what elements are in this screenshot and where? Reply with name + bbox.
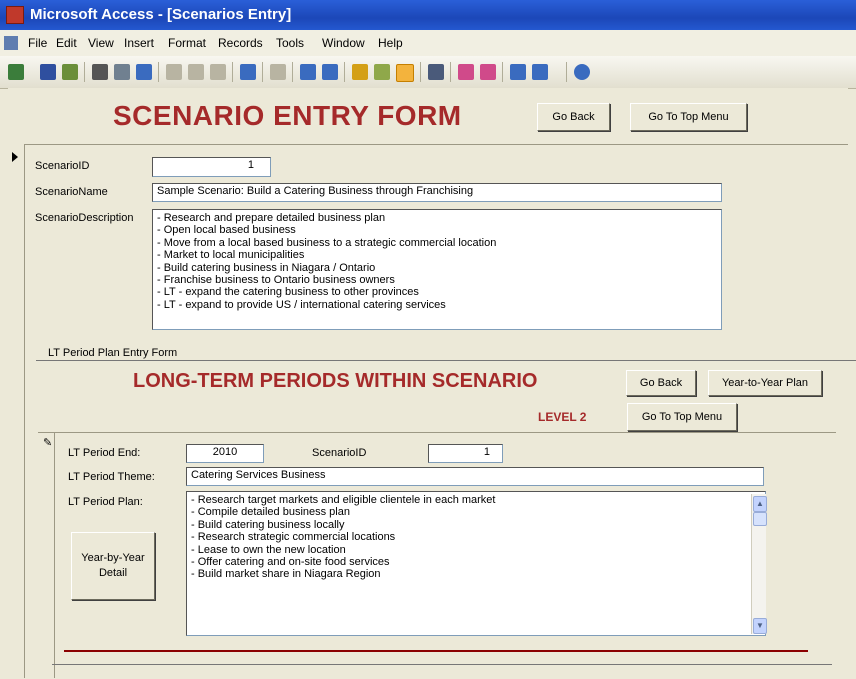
red-divider (64, 650, 808, 652)
plan-line: - Research strategic commercial location… (191, 531, 396, 544)
plan-line: - Lease to own the new location (191, 543, 346, 556)
go-back-button[interactable]: Go Back (537, 103, 610, 131)
menu-bar: File Edit View Insert Format Records Too… (0, 30, 856, 57)
scenario-description-label: ScenarioDescription (35, 212, 134, 224)
plan-line: - Compile detailed business plan (191, 506, 350, 519)
menu-records[interactable]: Records (218, 36, 263, 50)
window-title: Microsoft Access - [Scenarios Entry] (30, 6, 292, 23)
record-selector[interactable] (8, 144, 25, 678)
menu-window[interactable]: Window (322, 36, 365, 50)
menu-tools[interactable]: Tools (276, 36, 304, 50)
delete-record-icon[interactable] (480, 64, 496, 80)
menu-insert[interactable]: Insert (124, 36, 154, 50)
lt-period-theme-field[interactable]: Catering Services Business (186, 467, 764, 486)
database-window-icon[interactable] (510, 64, 526, 80)
lt-period-plan-field[interactable]: - Research target markets and eligible c… (186, 491, 766, 636)
undo-icon[interactable] (240, 64, 256, 80)
description-line: - Open local based business (157, 224, 296, 237)
description-line: - Franchise business to Ontario business… (157, 274, 395, 287)
form-title: SCENARIO ENTRY FORM (113, 100, 462, 131)
subform-divider (38, 432, 836, 433)
view-icon[interactable] (8, 64, 24, 80)
subform-go-to-top-menu-button[interactable]: Go To Top Menu (627, 403, 737, 431)
print-icon[interactable] (92, 64, 108, 80)
bottom-divider (52, 664, 832, 665)
filter-by-selection-icon[interactable] (352, 64, 368, 80)
description-line: - Build catering business in Niagara / O… (157, 261, 376, 274)
scenario-description-field[interactable]: - Research and prepare detailed business… (152, 209, 722, 330)
scroll-down-icon[interactable]: ▼ (753, 618, 767, 634)
new-record-icon[interactable] (458, 64, 474, 80)
cut-icon[interactable] (166, 64, 182, 80)
plan-line: - Offer catering and on-site food servic… (191, 556, 390, 569)
insert-hyperlink-icon[interactable] (270, 64, 286, 80)
plan-line: - Research target markets and eligible c… (191, 494, 496, 506)
menu-format[interactable]: Format (168, 36, 206, 50)
edit-pencil-icon: ✎ (43, 437, 53, 449)
search-icon[interactable] (62, 64, 78, 80)
print-preview-icon[interactable] (114, 64, 130, 80)
scroll-thumb[interactable] (753, 512, 767, 526)
subform-label: LT Period Plan Entry Form (48, 347, 178, 359)
current-record-arrow-icon (12, 152, 18, 162)
help-icon[interactable] (574, 64, 590, 80)
apply-filter-icon[interactable] (396, 64, 414, 82)
sort-descending-icon[interactable] (322, 64, 338, 80)
plan-line: - Build market share in Niagara Region (191, 568, 381, 581)
toolbar (0, 56, 856, 89)
year-to-year-plan-button[interactable]: Year-to-Year Plan (708, 370, 822, 396)
level-label: LEVEL 2 (538, 410, 587, 424)
access-app-icon (6, 6, 24, 24)
menu-edit[interactable]: Edit (56, 36, 77, 50)
find-icon[interactable] (428, 64, 444, 80)
scenario-id-label: ScenarioID (35, 160, 90, 172)
lt-period-end-field[interactable]: 2010 (186, 444, 264, 463)
lt-period-plan-label: LT Period Plan: (68, 496, 143, 508)
description-line: - LT - expand to provide US / internatio… (157, 298, 446, 311)
plan-scrollbar[interactable]: ▲ ▼ (751, 494, 767, 634)
sort-ascending-icon[interactable] (300, 64, 316, 80)
description-line: - LT - expand the catering business to o… (157, 286, 419, 299)
paste-icon[interactable] (210, 64, 226, 80)
description-line: - Market to local municipalities (157, 249, 305, 262)
plan-line: - Build catering business locally (191, 518, 345, 531)
lt-period-end-label: LT Period End: (68, 447, 141, 459)
copy-icon[interactable] (188, 64, 204, 80)
filter-by-form-icon[interactable] (374, 64, 390, 80)
subform-record-selector[interactable] (38, 432, 55, 678)
subform-go-back-button[interactable]: Go Back (626, 370, 696, 396)
menu-view[interactable]: View (88, 36, 114, 50)
new-object-icon[interactable] (532, 64, 548, 80)
spelling-icon[interactable] (136, 64, 152, 80)
scroll-up-icon[interactable]: ▲ (753, 496, 767, 512)
lt-period-theme-label: LT Period Theme: (68, 471, 155, 483)
save-icon[interactable] (40, 64, 56, 80)
description-line: - Research and prepare detailed business… (157, 212, 386, 224)
description-line: - Move from a local based business to a … (157, 236, 497, 249)
lt-scenario-id-field[interactable]: 1 (428, 444, 503, 463)
year-by-year-detail-button[interactable]: Year-by-Year Detail (71, 532, 155, 600)
menu-help[interactable]: Help (378, 36, 403, 50)
scenario-name-field[interactable]: Sample Scenario: Build a Catering Busine… (152, 183, 722, 202)
menu-grip-icon (4, 36, 18, 50)
subform-title: LONG-TERM PERIODS WITHIN SCENARIO (133, 370, 538, 392)
menu-file[interactable]: File (28, 36, 47, 50)
go-to-top-menu-button[interactable]: Go To Top Menu (630, 103, 747, 131)
scenario-name-label: ScenarioName (35, 186, 108, 198)
lt-scenario-id-label: ScenarioID (312, 447, 367, 459)
scenario-id-field[interactable]: 1 (152, 157, 271, 177)
title-bar: Microsoft Access - [Scenarios Entry] (0, 0, 856, 30)
